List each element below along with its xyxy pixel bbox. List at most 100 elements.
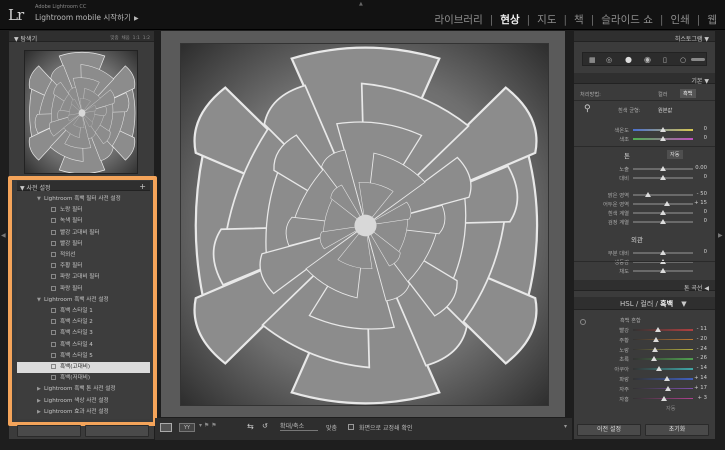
tab-color[interactable]: 컬러 (640, 300, 653, 308)
module-tab[interactable]: 인쇄 (670, 12, 689, 27)
folder-expanded-icon[interactable]: ▼ (37, 194, 44, 205)
slider-value[interactable]: 0 (704, 249, 707, 255)
slider-thumb[interactable] (645, 192, 651, 197)
nav-opt-1-1[interactable]: 1:1 (133, 36, 140, 41)
targeted-adjust-icon[interactable] (580, 319, 586, 325)
slider-thumb[interactable] (664, 376, 671, 381)
slider-value[interactable]: 0 (704, 126, 707, 132)
nav-opt-1-2[interactable]: 1:2 (143, 36, 150, 41)
adjustment-brush-icon[interactable] (691, 58, 705, 61)
slider-track[interactable] (633, 366, 693, 372)
slider-track[interactable] (633, 175, 693, 180)
previous-settings-button[interactable]: 이전 설정 (577, 424, 641, 436)
radial-filter-icon[interactable]: ○ (680, 56, 686, 64)
module-tab[interactable]: 지도 (537, 12, 556, 27)
bw-auto-label[interactable]: 자동 (666, 405, 676, 412)
toolbar-menu-icon[interactable]: ▾ (564, 423, 567, 430)
slider-thumb[interactable] (660, 127, 666, 132)
module-tab[interactable]: 책 (574, 12, 584, 27)
tab-bw[interactable]: 흑백 (660, 300, 673, 308)
folder-collapsed-icon[interactable]: ▶ (37, 384, 44, 395)
rotate-icon[interactable]: ↺ (262, 422, 268, 430)
navigator-preview[interactable] (24, 50, 138, 174)
slider-thumb[interactable] (660, 210, 666, 215)
slider-track[interactable] (633, 346, 693, 352)
slider-value[interactable]: 0 (704, 174, 707, 180)
slider-track[interactable] (633, 336, 693, 342)
slider-track[interactable] (633, 395, 693, 401)
preset-item[interactable]: 파랑 고대비 필터 (17, 272, 150, 283)
preset-folder[interactable]: ▶ Lightroom 효과 사전 설정 (17, 407, 150, 418)
slider-track[interactable] (633, 136, 693, 141)
module-tab[interactable]: 슬라이드 쇼 (601, 12, 653, 27)
photo-preview[interactable] (180, 43, 549, 406)
nav-opt-fit[interactable]: 맞춤 (110, 36, 118, 41)
left-panel-toggle-icon[interactable]: ◀ (1, 232, 6, 239)
spot-removal-icon[interactable]: ● (625, 55, 632, 64)
slider-thumb[interactable] (651, 346, 658, 352)
preset-item[interactable]: 흑백(저대비) (17, 373, 150, 384)
preset-item[interactable]: 빨강 필터 (17, 239, 150, 250)
slider-thumb[interactable] (652, 336, 659, 342)
auto-tone-button[interactable]: 자동 (667, 150, 683, 159)
slider-thumb[interactable] (660, 175, 666, 180)
slider-track[interactable] (633, 268, 693, 273)
slider-track[interactable] (633, 376, 693, 381)
histogram-header[interactable]: 히스토그램 ▼ (675, 34, 709, 43)
preset-folder[interactable]: ▶ Lightroom 흑백 톤 사전 설정 (17, 384, 150, 395)
slider-value[interactable]: - 50 (697, 191, 707, 197)
preset-folder[interactable]: ▼ Lightroom 흑백 사전 설정 (17, 295, 150, 306)
treatment-color-option[interactable]: 컬러 (658, 91, 668, 98)
slider-value[interactable]: + 14 (694, 375, 707, 381)
slider-track[interactable] (633, 385, 693, 391)
preset-item[interactable]: 흑백 스타일 5 (17, 351, 150, 362)
slider-thumb[interactable] (660, 268, 666, 273)
slider-value[interactable]: 0 (704, 209, 707, 215)
wb-value[interactable]: 원본값 (658, 107, 672, 114)
before-after-icon[interactable]: YY (179, 423, 195, 432)
slider-thumb[interactable] (660, 166, 666, 171)
module-tab[interactable]: 라이브러리 (434, 12, 482, 27)
slider-value[interactable]: + 3 (698, 395, 708, 401)
presets-header[interactable]: ▼ 사전 설정 (20, 183, 51, 192)
preset-item[interactable]: 주황 필터 (17, 261, 150, 272)
loupe-view-icon[interactable] (160, 423, 172, 432)
flag-icon[interactable]: ▾ ⚑ ⚑ (199, 422, 217, 429)
slider-value[interactable]: - 14 (697, 365, 707, 371)
preset-folder[interactable]: ▶ Lightroom 색상 사전 설정 (17, 396, 150, 407)
preset-item[interactable]: 흑백 스타일 3 (17, 328, 150, 339)
preset-item[interactable]: 적외선 (17, 250, 150, 261)
preset-folder[interactable]: ▼ Lightroom 흑백 필터 사전 설정 (17, 194, 150, 205)
paste-button[interactable] (85, 425, 149, 437)
slider-track[interactable] (633, 250, 693, 255)
slider-track[interactable] (633, 201, 693, 206)
slider-thumb[interactable] (660, 219, 666, 224)
slider-value[interactable]: 0 (704, 218, 707, 224)
slider-track[interactable] (633, 356, 693, 362)
slider-value[interactable]: - 20 (697, 336, 707, 342)
preset-item[interactable]: 흑백 스타일 4 (17, 340, 150, 351)
slider-thumb[interactable] (660, 250, 666, 255)
slider-value[interactable]: + 15 (694, 200, 707, 206)
slider-value[interactable]: - 26 (697, 355, 707, 361)
basic-header[interactable]: 기본 ▼ (691, 76, 709, 85)
slider-thumb[interactable] (655, 327, 662, 332)
slider-value[interactable]: - 11 (697, 326, 707, 332)
slider-thumb[interactable] (664, 385, 671, 391)
tab-hsl[interactable]: HSL (620, 300, 634, 308)
module-tab[interactable]: 웹 (707, 12, 717, 27)
slider-value[interactable]: - 24 (697, 346, 707, 352)
navigator-zoom-options[interactable]: 맞춤 채움 1:1 1:2 (110, 35, 150, 41)
folder-collapsed-icon[interactable]: ▶ (37, 396, 44, 407)
preset-item[interactable]: 빨강 고대비 필터 (17, 228, 150, 239)
slider-thumb[interactable] (664, 201, 671, 206)
fit-label[interactable]: 맞춤 (326, 423, 337, 432)
image-canvas[interactable] (161, 31, 565, 417)
crop-overlay-icon[interactable]: ◎ (606, 56, 612, 64)
add-preset-icon[interactable]: + (139, 182, 146, 191)
slider-track[interactable] (633, 192, 693, 197)
navigator-header[interactable]: ▼ 탐색기 (14, 34, 37, 43)
tone-curve-header[interactable]: 톤 곡선 ◀ (684, 283, 709, 292)
slider-track[interactable] (633, 219, 693, 224)
eyedropper-icon[interactable]: ⚲ (584, 104, 591, 114)
